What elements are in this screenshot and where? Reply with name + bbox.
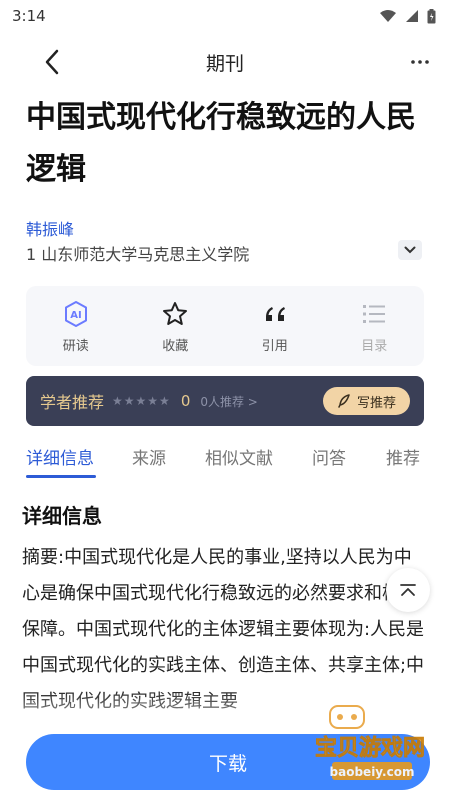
recommend-count[interactable]: 0人推荐 > <box>200 393 258 410</box>
article-title: 中国式现代化行稳致远的人民 逻辑 <box>26 92 426 196</box>
chevron-up-icon <box>400 584 416 596</box>
action-label: 收藏 <box>162 338 189 354</box>
ai-read-icon: AI <box>61 299 91 329</box>
action-research[interactable]: AI 研读 <box>26 286 126 366</box>
section-title: 详细信息 <box>22 504 102 528</box>
action-card: AI 研读 收藏 引用 目录 <box>26 286 424 366</box>
active-tab-indicator <box>26 475 96 478</box>
tab-details[interactable]: 详细信息 <box>26 444 94 469</box>
star-icon <box>160 299 190 329</box>
write-recommend-button[interactable]: 写推荐 <box>322 387 410 415</box>
action-cite[interactable]: 引用 <box>225 286 325 366</box>
chevron-left-icon <box>45 49 59 75</box>
tab-qa[interactable]: 问答 <box>312 444 346 469</box>
svg-text:AI: AI <box>70 310 81 321</box>
more-dots-icon <box>411 60 429 64</box>
download-button[interactable]: 下载 <box>26 734 430 790</box>
action-toc[interactable]: 目录 <box>325 286 425 366</box>
write-recommend-label: 写推荐 <box>356 395 396 411</box>
recommend-title: 学者推荐 <box>40 393 105 412</box>
scholar-recommend-banner[interactable]: 学者推荐 ★★★★★ 0 0人推荐 > 写推荐 <box>26 376 424 426</box>
page-title: 期刊 <box>205 52 244 75</box>
tab-source[interactable]: 来源 <box>132 444 166 469</box>
action-label: 研读 <box>62 338 89 354</box>
recommend-score: 0 <box>180 392 191 410</box>
tab-similar[interactable]: 相似文献 <box>205 444 273 469</box>
tab-recommend[interactable]: 推荐 <box>386 444 420 469</box>
signal-icon <box>406 10 418 22</box>
action-label: 引用 <box>261 338 288 354</box>
list-icon <box>359 299 389 329</box>
action-label: 目录 <box>361 338 388 354</box>
status-time: 3:14 <box>12 7 46 25</box>
fade-overlay <box>0 690 450 740</box>
download-label: 下载 <box>208 752 247 775</box>
nav-bar: 期刊 <box>0 40 450 84</box>
action-favorite[interactable]: 收藏 <box>126 286 226 366</box>
expand-affiliation-button[interactable] <box>398 240 422 260</box>
wifi-icon <box>380 10 396 22</box>
back-button[interactable] <box>36 46 68 78</box>
rating-stars-icon: ★★★★★ <box>112 394 171 408</box>
more-button[interactable] <box>404 46 436 78</box>
feather-pen-icon <box>338 394 350 408</box>
scroll-top-button[interactable] <box>386 568 430 612</box>
status-bar: 3:14 <box>0 0 450 32</box>
quote-icon <box>260 299 290 329</box>
status-icons <box>379 8 436 24</box>
author-link[interactable]: 韩振峰 <box>26 216 74 240</box>
content-tabs: 详细信息 来源 相似文献 问答 推荐 <box>0 436 450 480</box>
battery-icon <box>427 8 436 23</box>
article-title-line2: 逻辑 <box>26 152 86 187</box>
article-title-line1: 中国式现代化行稳致远的人民 <box>26 100 416 135</box>
affiliation: 1 山东师范大学马克思主义学院 <box>26 245 250 264</box>
chevron-down-icon <box>404 246 416 254</box>
